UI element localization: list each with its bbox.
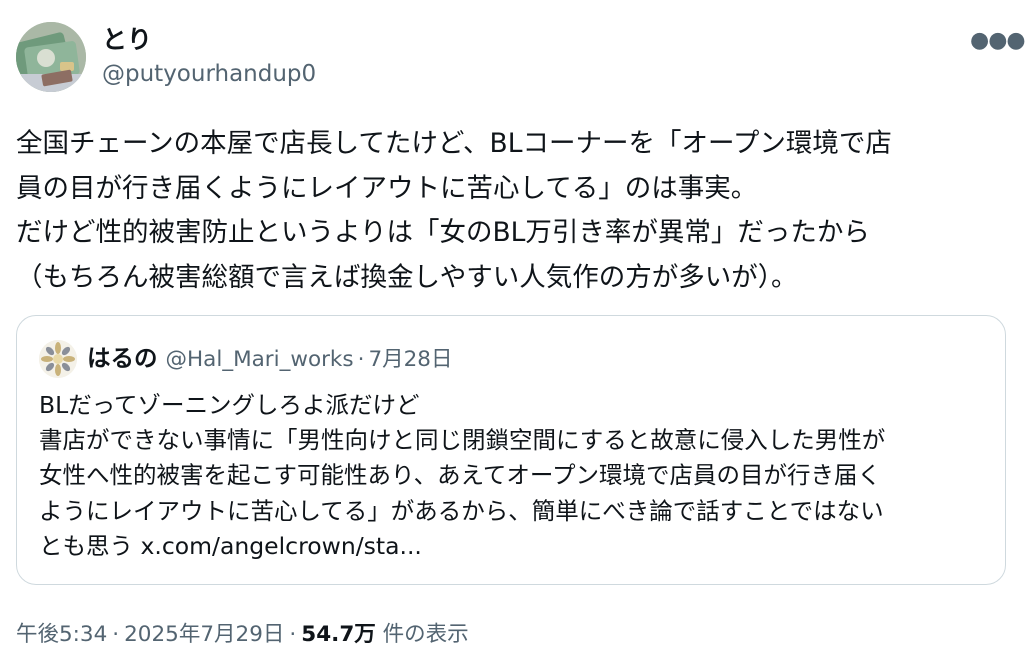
- quoted-text-line: 女性へ性的被害を起こす可能性あり、あえてオープン環境で店員の目が行き届く: [39, 461, 882, 490]
- tweet-date[interactable]: 2025年7月29日: [124, 622, 284, 647]
- more-horizontal-icon: ●●●: [970, 28, 1026, 53]
- footer-separator: ·: [112, 622, 120, 647]
- quoted-tweet-text: BLだってゾーニングしろよ派だけど 書店ができない事情に「男性向けと同じ閉鎖空間…: [39, 388, 989, 564]
- author-names: とり @putyourhandup0: [102, 24, 316, 90]
- quoted-author-display-name: はるの: [87, 344, 158, 372]
- quoted-text-line: とも思う x.com/angelcrown/sta...: [39, 531, 422, 560]
- quoted-tweet-date: 7月28日: [368, 347, 453, 372]
- tweet-text-line: 全国チェーンの本屋で店長してたけど、BLコーナーを「オープン環境で店: [16, 128, 892, 159]
- quoted-text-line: ようにレイアウトに苦心してる」があるから、簡単にべき論で話すことではない: [39, 496, 884, 525]
- quoted-tweet-card[interactable]: はるの @Hal_Mari_works · 7月28日 BLだってゾーニングしろよ派だ…: [16, 315, 1006, 585]
- tweet-time[interactable]: 午後5:34: [16, 622, 107, 647]
- author-avatar-image: [16, 22, 86, 92]
- author-handle[interactable]: @putyourhandup0: [102, 58, 316, 90]
- views-count[interactable]: 54.7万: [301, 622, 376, 647]
- quoted-meta-separator: ·: [357, 347, 365, 372]
- tweet-text-line: だけど性的被害防止というよりは「女のBL万引き率が異常」だったから: [16, 217, 870, 248]
- tweet-text-line: 員の目が行き届くようにレイアウトに苦心してる」のは事実。: [16, 172, 758, 204]
- views-label: 件の表示: [382, 622, 469, 647]
- author-avatar[interactable]: [16, 22, 86, 92]
- quoted-text-line: 書店ができない事情に「男性向けと同じ閉鎖空間にすると故意に侵入した男性が: [39, 426, 886, 455]
- tweet-text: 全国チェーンの本屋で店長してたけど、BLコーナーを「オープン環境で店 員の目が行…: [16, 122, 1010, 300]
- quoted-author-avatar-image: [39, 340, 77, 378]
- quoted-text-line: BLだってゾーニングしろよ派だけど: [39, 391, 420, 419]
- tweet-footer: 午後5:34 · 2025年7月29日 · 54.7万 件の表示: [16, 617, 469, 653]
- tweet-text-line: （もちろん被害総額で言えば換金しやすい人気作の方が多いが）。: [16, 261, 798, 293]
- quoted-author-avatar: [39, 340, 77, 378]
- author-display-name[interactable]: とり: [102, 24, 316, 56]
- tweet-header: とり @putyourhandup0 ●●●: [16, 22, 1026, 94]
- more-options-button[interactable]: ●●●: [970, 26, 1026, 56]
- footer-separator: ·: [289, 622, 297, 647]
- quoted-author-meta: はるの @Hal_Mari_works · 7月28日: [87, 338, 452, 381]
- quoted-author-handle: @Hal_Mari_works: [165, 347, 354, 372]
